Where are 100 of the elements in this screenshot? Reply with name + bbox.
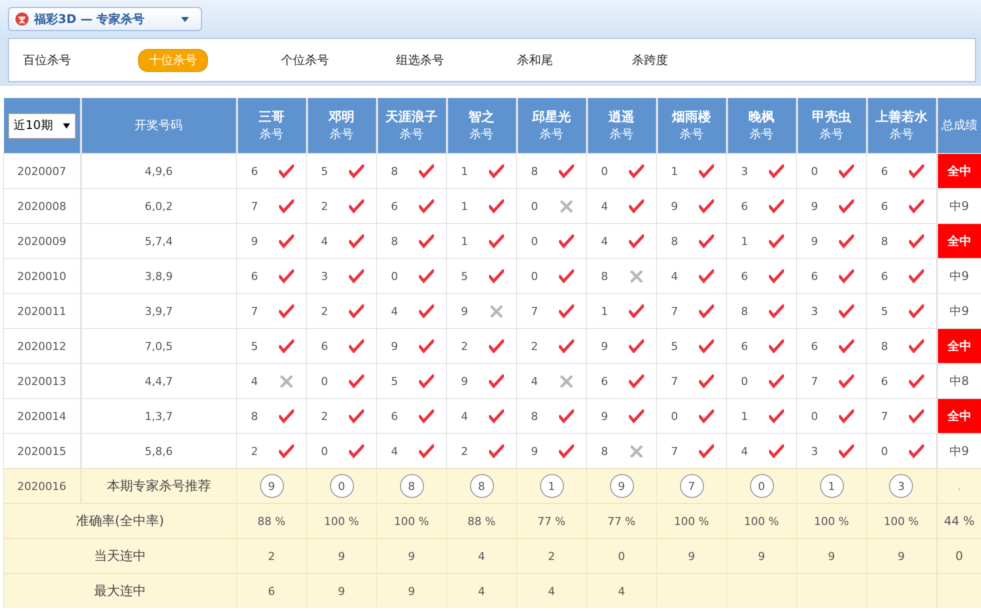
stat-value: 4	[478, 550, 485, 562]
expert-name: 三哥	[258, 109, 286, 126]
column-subheader: 杀号	[468, 126, 494, 143]
caret-icon	[62, 122, 70, 128]
number-ball: 3	[889, 474, 914, 498]
period-text: 2020007	[17, 164, 66, 178]
kill-number: 9	[601, 340, 608, 352]
kill-number: 4	[671, 270, 678, 282]
result-badge: 全中	[938, 399, 981, 433]
row-label: 准确率(全中率)	[76, 514, 164, 529]
expert-name: 甲壳虫	[811, 109, 852, 126]
kill-number: 9	[461, 304, 468, 318]
kill-number: 0	[321, 444, 328, 458]
kill-number: 2	[321, 410, 328, 422]
kill-number: 5	[461, 270, 468, 282]
stat-value: 100 %	[324, 514, 359, 528]
kill-number: 4	[391, 444, 398, 458]
period-select[interactable]: 近10期	[8, 112, 76, 138]
draw-numbers: 3,8,9	[144, 270, 173, 282]
column-header: 开奖号码	[134, 118, 182, 132]
kill-number: 1	[461, 164, 468, 178]
logo-icon	[15, 12, 29, 26]
kill-number: 1	[671, 164, 678, 178]
stat-value: 9	[408, 584, 415, 598]
period-text: 2020008	[17, 200, 66, 212]
number-ball: 8	[400, 474, 424, 498]
kill-number: 8	[251, 410, 258, 422]
caret-icon	[181, 16, 189, 22]
period-text: 2020015	[17, 444, 66, 458]
column-subheader: 杀号	[258, 126, 284, 143]
period-text: 2020014	[17, 410, 66, 422]
kill-number: 6	[251, 164, 258, 178]
column-subheader: 杀号	[608, 126, 634, 143]
kill-number: 8	[391, 234, 398, 248]
period-text: 2020011	[17, 304, 66, 318]
kill-number: 8	[601, 270, 608, 282]
tab[interactable]: 百位杀号	[23, 50, 73, 70]
number-ball: 9	[260, 474, 284, 498]
kill-number: 3	[811, 304, 818, 318]
kill-number: 5	[391, 374, 398, 388]
kill-number: 3	[741, 164, 748, 178]
kill-number: 4	[741, 444, 748, 458]
kill-number: 0	[531, 270, 538, 282]
kill-number: 3	[811, 444, 818, 458]
kill-number: 2	[251, 444, 258, 458]
column-subheader: 杀号	[538, 126, 564, 143]
number-ball: 1	[820, 474, 844, 498]
kill-number: 6	[741, 340, 748, 352]
kill-number: 2	[321, 200, 328, 212]
stat-value: 44 %	[944, 514, 974, 528]
kill-number: 8	[881, 234, 888, 248]
expert-name: 天涯浪子	[384, 108, 438, 126]
kill-number: 4	[251, 374, 258, 388]
kill-number: 6	[251, 270, 258, 282]
stat-value: 9	[898, 550, 905, 562]
kill-number: 6	[811, 340, 818, 352]
kill-number: 6	[391, 410, 398, 422]
column-subheader: 杀号	[398, 126, 424, 143]
kill-number: 6	[741, 270, 748, 282]
tab[interactable]: 杀和尾	[485, 50, 585, 70]
kill-number: 7	[881, 410, 888, 422]
stat-value: 100 %	[744, 514, 779, 528]
kill-number: 0	[601, 164, 608, 178]
column-subheader: 杀号	[888, 126, 914, 143]
kill-number: 6	[881, 270, 888, 282]
kill-number: 8	[531, 164, 538, 178]
expert-name: 上善若水	[874, 108, 928, 126]
kill-number: 9	[391, 340, 398, 352]
number-ball: 0	[330, 474, 354, 498]
draw-numbers: 5,8,6	[144, 444, 173, 458]
draw-numbers: 1,3,7	[144, 410, 173, 422]
kill-number: 5	[881, 304, 888, 318]
kill-number: 0	[671, 410, 678, 422]
tab[interactable]: 个位杀号	[255, 50, 355, 70]
number-ball: 9	[610, 474, 634, 498]
kill-number: 7	[671, 304, 678, 318]
period-text: 2020012	[17, 340, 66, 352]
kill-number: 6	[881, 200, 888, 212]
kill-number: 4	[601, 234, 608, 248]
kill-number: 2	[531, 340, 538, 352]
kill-number: 0	[531, 234, 538, 248]
row-label: 本期专家杀号推荐	[106, 479, 211, 494]
kill-number: 7	[811, 374, 818, 388]
title-dropdown[interactable]: 福彩3D — 专家杀号	[8, 7, 202, 31]
kill-number: 3	[321, 270, 328, 282]
kill-number: 9	[251, 234, 258, 248]
tab[interactable]: 杀跨度	[600, 50, 700, 70]
tab[interactable]: 组选杀号	[370, 50, 470, 70]
kill-number: 6	[601, 374, 608, 388]
total-text: .	[957, 479, 962, 493]
stat-value: 9	[338, 584, 345, 598]
stat-value: 0	[618, 550, 625, 562]
result-badge: 全中	[938, 154, 981, 188]
stat-value: 0	[955, 549, 964, 563]
expert-name: 邱星光	[530, 109, 572, 126]
expert-name: 逍遥	[608, 108, 636, 126]
stat-value: 77 %	[608, 514, 636, 528]
stat-value: 100 %	[884, 514, 919, 528]
kill-number: 7	[531, 304, 538, 318]
kill-number: 9	[811, 234, 818, 248]
